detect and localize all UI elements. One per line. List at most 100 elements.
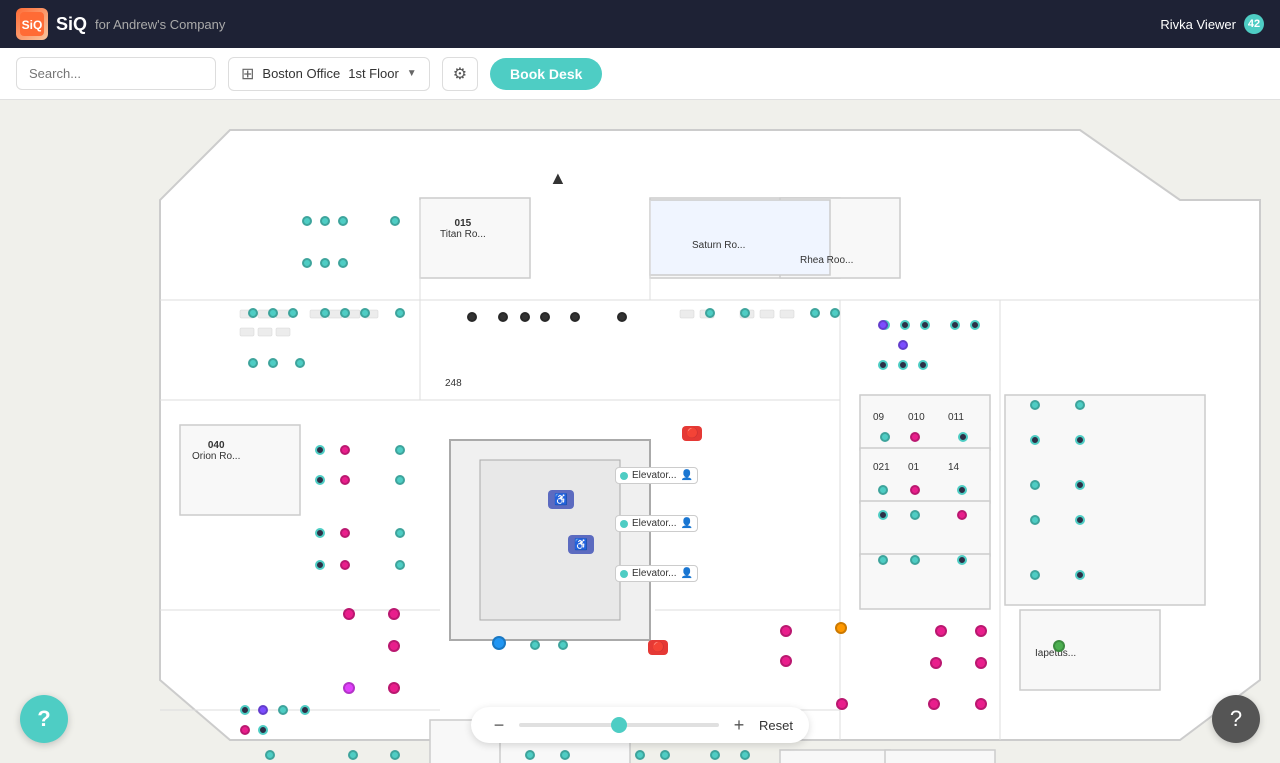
desk-dot[interactable]: [780, 655, 792, 667]
desk-dot[interactable]: [525, 750, 535, 760]
desk-dot[interactable]: [498, 312, 508, 322]
desk-dot[interactable]: [878, 555, 888, 565]
desk-dot[interactable]: [388, 608, 400, 620]
desk-dot[interactable]: [975, 698, 987, 710]
desk-dot[interactable]: [388, 682, 400, 694]
desk-dot[interactable]: [878, 360, 888, 370]
desk-dot[interactable]: [617, 312, 627, 322]
location-selector[interactable]: ⊞ Boston Office 1st Floor ▼: [228, 57, 430, 91]
zoom-slider[interactable]: [519, 723, 719, 727]
desk-dot[interactable]: [1030, 480, 1040, 490]
desk-dot[interactable]: [395, 528, 405, 538]
desk-dot[interactable]: [467, 312, 477, 322]
desk-dot[interactable]: [710, 750, 720, 760]
desk-dot[interactable]: [340, 528, 350, 538]
desk-dot[interactable]: [315, 445, 325, 455]
desk-dot[interactable]: [348, 750, 358, 760]
desk-dot[interactable]: [302, 258, 312, 268]
desk-dot[interactable]: [910, 510, 920, 520]
desk-dot[interactable]: [780, 625, 792, 637]
desk-dot[interactable]: [395, 308, 405, 318]
desk-dot[interactable]: [740, 750, 750, 760]
desk-dot[interactable]: [540, 312, 550, 322]
desk-dot[interactable]: [338, 216, 348, 226]
desk-dot[interactable]: [1030, 515, 1040, 525]
desk-dot[interactable]: [492, 636, 506, 650]
desk-dot[interactable]: [340, 560, 350, 570]
desk-dot[interactable]: [343, 682, 355, 694]
elevator-1-marker[interactable]: Elevator... 👤: [615, 467, 698, 484]
desk-dot[interactable]: [558, 640, 568, 650]
desk-dot[interactable]: [340, 308, 350, 318]
desk-dot[interactable]: [320, 216, 330, 226]
desk-dot[interactable]: [830, 308, 840, 318]
desk-dot[interactable]: [705, 308, 715, 318]
desk-dot[interactable]: [957, 510, 967, 520]
desk-dot[interactable]: [320, 308, 330, 318]
desk-dot[interactable]: [1053, 640, 1065, 652]
desk-dot[interactable]: [315, 475, 325, 485]
desk-dot[interactable]: [340, 475, 350, 485]
desk-dot[interactable]: [530, 640, 540, 650]
desk-dot[interactable]: [918, 360, 928, 370]
desk-dot[interactable]: [835, 622, 847, 634]
desk-dot[interactable]: [970, 320, 980, 330]
desk-dot[interactable]: [315, 528, 325, 538]
zoom-out-button[interactable]: −: [487, 713, 511, 737]
desk-dot[interactable]: [880, 432, 890, 442]
desk-dot[interactable]: [388, 640, 400, 652]
filter-button[interactable]: ⚙: [442, 57, 478, 91]
desk-dot[interactable]: [520, 312, 530, 322]
desk-dot[interactable]: [320, 258, 330, 268]
desk-dot[interactable]: [1075, 515, 1085, 525]
desk-dot[interactable]: [258, 725, 268, 735]
desk-dot[interactable]: [248, 308, 258, 318]
desk-dot[interactable]: [390, 216, 400, 226]
desk-dot[interactable]: [957, 555, 967, 565]
desk-dot[interactable]: [268, 358, 278, 368]
desk-dot[interactable]: [340, 445, 350, 455]
reset-button[interactable]: Reset: [759, 718, 793, 733]
elevator-3-marker[interactable]: Elevator... 👤: [615, 565, 698, 582]
desk-dot[interactable]: [975, 657, 987, 669]
desk-dot[interactable]: [1075, 570, 1085, 580]
desk-dot[interactable]: [810, 308, 820, 318]
desk-dot[interactable]: [560, 750, 570, 760]
search-input[interactable]: [16, 57, 216, 90]
desk-dot[interactable]: [240, 705, 250, 715]
desk-dot[interactable]: [295, 358, 305, 368]
desk-dot[interactable]: [240, 725, 250, 735]
desk-dot[interactable]: [910, 485, 920, 495]
desk-dot[interactable]: [975, 625, 987, 637]
desk-dot[interactable]: [360, 308, 370, 318]
desk-dot[interactable]: [957, 485, 967, 495]
desk-dot[interactable]: [910, 432, 920, 442]
desk-dot[interactable]: [920, 320, 930, 330]
desk-dot[interactable]: [395, 445, 405, 455]
notification-badge[interactable]: 42: [1244, 14, 1264, 34]
desk-dot[interactable]: [395, 475, 405, 485]
desk-dot[interactable]: [390, 750, 400, 760]
desk-dot[interactable]: [288, 308, 298, 318]
desk-dot[interactable]: [935, 625, 947, 637]
desk-dot[interactable]: [338, 258, 348, 268]
desk-dot[interactable]: [958, 432, 968, 442]
desk-dot[interactable]: [570, 312, 580, 322]
desk-dot[interactable]: [898, 360, 908, 370]
desk-dot[interactable]: [1075, 480, 1085, 490]
desk-dot[interactable]: [268, 308, 278, 318]
desk-dot[interactable]: [930, 657, 942, 669]
desk-dot[interactable]: [950, 320, 960, 330]
desk-dot[interactable]: [278, 705, 288, 715]
desk-dot[interactable]: [258, 705, 268, 715]
desk-dot[interactable]: [302, 216, 312, 226]
book-desk-button[interactable]: Book Desk: [490, 58, 602, 90]
desk-dot[interactable]: [910, 555, 920, 565]
desk-dot[interactable]: [635, 750, 645, 760]
help-right-button[interactable]: ?: [1212, 695, 1260, 743]
desk-dot[interactable]: [395, 560, 405, 570]
desk-dot[interactable]: [878, 320, 888, 330]
desk-dot[interactable]: [1030, 400, 1040, 410]
zoom-in-button[interactable]: +: [727, 713, 751, 737]
desk-dot[interactable]: [300, 705, 310, 715]
